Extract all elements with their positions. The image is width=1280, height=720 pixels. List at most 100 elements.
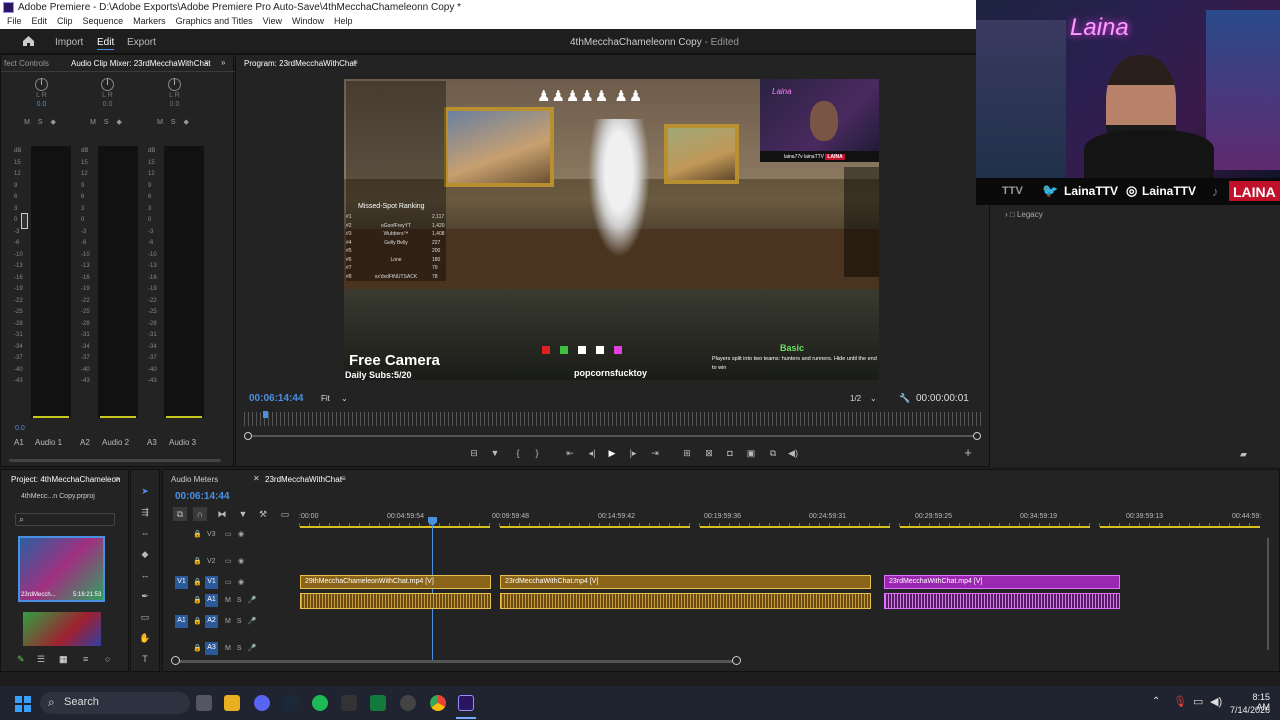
premiere-taskbar-icon[interactable] [458,695,474,711]
tray-chevron-icon[interactable]: ⌃ [1152,696,1160,707]
expand-icon[interactable]: » [221,58,225,67]
zoom-slider-handle[interactable]: ○ [105,654,110,664]
lock-icon[interactable]: 🔒 [193,530,202,538]
timeline-timecode[interactable]: 00:06:14:44 [175,491,229,502]
zoom-handle-right[interactable] [973,432,981,440]
track-v1[interactable]: V1 [205,576,218,589]
marker-icon[interactable]: ▼ [488,446,502,460]
source-v1[interactable]: V1 [175,576,188,589]
task-view-icon[interactable] [196,695,212,711]
lock-icon[interactable]: 🔒 [193,596,202,604]
track-v2[interactable]: V2 [207,558,216,565]
excel-icon[interactable] [370,695,386,711]
sync-icon[interactable]: ▭ [225,557,232,565]
panel-menu-icon[interactable]: ≡ [341,474,346,483]
settings-icon[interactable]: ⚒ [256,507,270,521]
zoom-scrollbar[interactable] [248,435,978,437]
play-icon[interactable]: ▶ [605,446,619,460]
tab-export[interactable]: Export [127,37,156,48]
menu-markers[interactable]: Markers [133,16,166,29]
mixer-scrollbar[interactable] [9,459,221,462]
mic-icon[interactable]: 🎙 [1173,695,1187,708]
pencil-icon[interactable]: ✎ [17,654,25,665]
msr-buttons[interactable]: M S ◆ [74,118,141,126]
audio-clip-2[interactable] [500,593,871,609]
close-tab-icon[interactable]: ✕ [253,474,260,483]
nest-icon[interactable]: ⧉ [173,507,187,521]
video-clip-2[interactable]: 23rdMecchaWithChat.mp4 [V] [500,575,871,589]
clip-thumbnail-2[interactable] [23,612,101,646]
lift-button-icon[interactable]: ⊞ [680,446,694,460]
audio-clip-1[interactable] [300,593,491,609]
extract-icon[interactable]: ⊠ [702,446,716,460]
lift-icon[interactable]: ⊟ [467,446,481,460]
tab-effect-controls[interactable]: fect Controls [4,59,49,68]
pen-tool-icon[interactable]: ✒ [138,589,152,603]
tab-project[interactable]: Project: 4thMecchaChameleon [11,475,120,484]
pan-value[interactable]: 0.0 [141,101,208,108]
expand-icon[interactable]: » [115,474,119,483]
tab-import[interactable]: Import [55,37,83,48]
chrome-icon[interactable] [430,695,446,711]
pan-knob[interactable] [168,78,181,91]
track-a1[interactable]: A1 [205,594,218,607]
sort-icon[interactable]: ≡ [83,654,88,664]
pan-value[interactable]: 0.0 [8,101,75,108]
tab-program[interactable]: Program: 23rdMecchaWithChat [244,59,356,68]
icon-view-icon[interactable]: ▦ [59,654,68,665]
tab-sequence[interactable]: 23rdMecchaWithChat [265,475,342,484]
menu-file[interactable]: File [7,16,22,29]
msr-buttons[interactable]: M S ◆ [141,118,208,126]
spotify-icon[interactable] [312,695,328,711]
windows-start-icon[interactable] [15,696,31,712]
tab-audio-clip-mixer[interactable]: Audio Clip Mixer: 23rdMecchaWithChat [71,59,211,68]
step-back-icon[interactable]: ◂| [585,446,599,460]
speaker-icon[interactable]: ◀) [1210,695,1222,708]
sync-icon[interactable]: ▭ [225,530,232,538]
file-explorer-icon[interactable] [224,695,240,711]
panel-menu-icon[interactable]: ≡ [353,58,358,67]
mini-ruler[interactable] [244,412,982,426]
menu-graphics[interactable]: Graphics and Titles [176,16,253,29]
eye-icon[interactable]: ◉ [238,557,244,565]
pan-knob[interactable] [101,78,114,91]
rectangle-tool-icon[interactable]: ▭ [138,610,152,624]
audio-clip-3[interactable] [884,593,1120,609]
captions-icon[interactable]: ▭ [278,507,292,521]
track-a1-controls[interactable]: MS🎤 [225,596,262,604]
mini-playhead[interactable] [263,411,268,418]
h-scroll-left-handle[interactable] [171,656,180,665]
mark-in-icon[interactable]: { [511,446,525,460]
go-to-out-icon[interactable]: ⇥ [648,446,662,460]
tab-edit[interactable]: Edit [97,37,115,50]
add-marker-icon[interactable]: ▼ [236,507,250,521]
track-select-tool-icon[interactable]: ⇶ [138,505,152,519]
resolution-dropdown[interactable]: 1/2 ⌄ [850,394,877,403]
add-button-icon[interactable]: + [961,446,975,460]
timeline-h-scrollbar[interactable] [175,660,739,663]
selection-tool-icon[interactable]: ➤ [138,484,152,498]
mark-out-icon[interactable]: } [530,446,544,460]
h-scroll-right-handle[interactable] [732,656,741,665]
sync-icon[interactable]: ▭ [225,578,232,586]
menu-edit[interactable]: Edit [32,16,48,29]
linked-select-icon[interactable]: ⧓ [215,507,229,521]
tab-audio-meters[interactable]: Audio Meters [171,475,218,484]
slip-tool-icon[interactable]: ↔ [138,568,152,582]
home-icon[interactable] [22,35,35,47]
lock-icon[interactable]: 🔒 [193,578,202,586]
hand-tool-icon[interactable]: ✋ [138,631,152,645]
lock-icon[interactable]: 🔒 [193,617,202,625]
capcut-icon[interactable] [341,695,357,711]
track-a3-controls[interactable]: MS🎤 [225,644,262,652]
source-a1[interactable]: A1 [175,615,188,628]
track-v3[interactable]: V3 [207,531,216,538]
multicam-icon[interactable]: ⧉ [766,446,780,460]
panel-menu-icon[interactable]: ≡ [204,58,209,67]
discord-icon[interactable] [254,695,270,711]
pan-value[interactable]: 0.0 [74,101,141,108]
go-to-in-icon[interactable]: ⇤ [563,446,577,460]
wrench-icon[interactable]: 🔧 [899,393,910,404]
obs-icon[interactable] [400,695,416,711]
camera-icon[interactable]: ◘ [723,446,737,460]
